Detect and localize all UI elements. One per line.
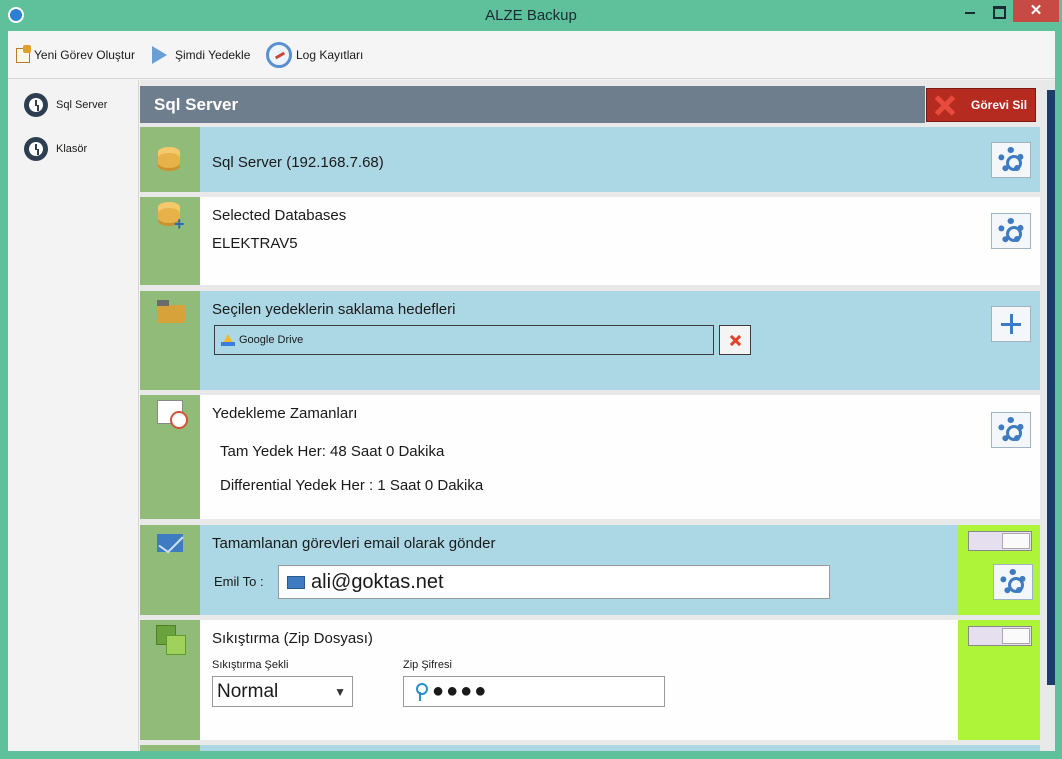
section-stripe: + xyxy=(140,197,200,285)
section-stripe xyxy=(140,745,200,751)
gear-icon xyxy=(1000,569,1026,595)
email-toggle-panel xyxy=(958,525,1040,615)
chevron-down-icon: ▼ xyxy=(334,684,346,699)
email-toggle[interactable] xyxy=(968,531,1032,551)
calendar-clock-icon xyxy=(157,400,188,429)
delete-task-label: Görevi Sil xyxy=(971,98,1028,112)
destinations-section: Seçilen yedeklerin saklama hedefleri Goo… xyxy=(140,291,1040,390)
zip-password-value: ●●●● xyxy=(432,680,489,702)
remove-destination-button[interactable] xyxy=(719,325,751,355)
schedule-title: Yedekleme Zamanları xyxy=(212,405,358,422)
backup-now-label: Şimdi Yedekle xyxy=(175,48,251,62)
email-settings-button[interactable] xyxy=(993,564,1033,600)
zip-title: Sıkıştırma (Zip Dosyası) xyxy=(212,630,373,647)
section-stripe xyxy=(140,620,200,740)
scroll-thumb[interactable] xyxy=(1047,90,1055,685)
history-clock-icon xyxy=(24,93,48,117)
close-icon: ✕ xyxy=(1029,2,1043,19)
email-field[interactable]: ali@goktas.net xyxy=(278,565,830,599)
zip-password-field[interactable]: ●●●● xyxy=(403,676,665,707)
email-section: Tamamlanan görevleri email olarak gönder… xyxy=(140,525,1040,615)
toolbar: Yeni Görev Oluştur Şimdi Yedekle Log Kay… xyxy=(8,31,1055,79)
mail-icon xyxy=(287,575,305,589)
zip-method-value: Normal xyxy=(217,680,279,702)
zip-method-label: Sıkıştırma Şekli xyxy=(212,659,289,671)
destinations-title: Seçilen yedeklerin saklama hedefleri xyxy=(212,301,456,318)
section-stripe xyxy=(140,291,200,390)
close-button[interactable]: ✕ xyxy=(1013,0,1059,22)
app-window: Yeni Görev Oluştur Şimdi Yedekle Log Kay… xyxy=(8,31,1055,751)
sidebar-item-label: Sql Server xyxy=(56,99,108,111)
key-icon xyxy=(416,682,428,701)
email-title: Tamamlanan görevleri email olarak gönder xyxy=(212,535,496,552)
database-icon xyxy=(158,147,180,171)
new-document-icon xyxy=(16,44,31,63)
page-title: Sql Server xyxy=(154,95,239,114)
sidebar: Sql Server Klasör xyxy=(8,80,139,751)
window-title: ALZE Backup xyxy=(485,7,577,24)
title-bar: ALZE Backup ✕ xyxy=(0,0,1062,31)
databases-settings-button[interactable] xyxy=(991,213,1031,249)
delete-task-button[interactable]: Görevi Sil xyxy=(926,88,1036,122)
differential-backup-interval: Differential Yedek Her : 1 Saat 0 Dakika xyxy=(220,477,484,494)
database-add-icon: + xyxy=(158,202,185,233)
logs-button[interactable]: Log Kayıtları xyxy=(266,41,363,69)
new-task-label: Yeni Görev Oluştur xyxy=(34,48,135,62)
section-stripe xyxy=(140,525,200,615)
maximize-button[interactable] xyxy=(985,0,1011,22)
databases-title: Selected Databases xyxy=(212,207,347,224)
gear-icon xyxy=(998,147,1024,173)
schedule-section: Yedekleme Zamanları Tam Yedek Her: 48 Sa… xyxy=(140,395,1040,519)
delete-icon xyxy=(929,90,959,120)
email-to-label: Emil To : xyxy=(214,574,264,589)
sidebar-item-folder[interactable]: Klasör xyxy=(24,136,87,162)
gear-icon xyxy=(998,417,1024,443)
sidebar-item-label: Klasör xyxy=(56,143,88,155)
folder-icon xyxy=(157,300,185,323)
zip-section: Sıkıştırma (Zip Dosyası) Sıkıştırma Şekl… xyxy=(140,620,1040,740)
vertical-scrollbar[interactable] xyxy=(1046,80,1055,751)
zip-toggle-panel xyxy=(958,620,1040,740)
history-clock-icon xyxy=(24,137,48,161)
task-header: Sql Server xyxy=(140,86,925,123)
schedule-settings-button[interactable] xyxy=(991,412,1031,448)
gear-icon xyxy=(998,218,1024,244)
zip-method-select[interactable]: Normal ▼ xyxy=(212,676,353,707)
minimize-button[interactable] xyxy=(957,0,983,22)
play-icon xyxy=(152,46,167,64)
selected-database: ELEKTRAV5 xyxy=(212,235,298,252)
new-task-button[interactable]: Yeni Görev Oluştur xyxy=(16,41,135,69)
email-value: ali@goktas.net xyxy=(311,570,444,593)
sidebar-item-sql-server[interactable]: Sql Server xyxy=(24,92,107,118)
server-title: Sql Server (192.168.7.68) xyxy=(212,154,384,171)
zip-toggle[interactable] xyxy=(968,626,1032,646)
server-section: Sql Server (192.168.7.68) xyxy=(140,127,1040,192)
backup-now-button[interactable]: Şimdi Yedekle xyxy=(152,41,250,69)
add-destination-button[interactable] xyxy=(991,306,1031,342)
destination-item[interactable]: Google Drive xyxy=(214,325,714,355)
full-backup-interval: Tam Yedek Her: 48 Saat 0 Dakika xyxy=(220,443,445,460)
databases-section: + Selected Databases ELEKTRAV5 xyxy=(140,197,1040,285)
section-stripe xyxy=(140,395,200,519)
main-panel: Sql Server Görevi Sil Sql Server (192.16… xyxy=(140,80,1046,751)
toggle-knob xyxy=(1002,628,1030,644)
toggle-knob xyxy=(1002,533,1030,549)
mail-icon xyxy=(157,534,183,552)
zip-password-label: Zip Şifresi xyxy=(403,659,452,671)
logs-label: Log Kayıtları xyxy=(296,48,364,62)
google-drive-icon xyxy=(221,334,235,346)
destination-label: Google Drive xyxy=(239,334,304,346)
next-section xyxy=(140,745,1040,751)
zip-icon xyxy=(156,625,186,655)
section-stripe xyxy=(140,127,200,192)
log-clock-icon xyxy=(266,42,292,68)
server-settings-button[interactable] xyxy=(991,142,1031,178)
